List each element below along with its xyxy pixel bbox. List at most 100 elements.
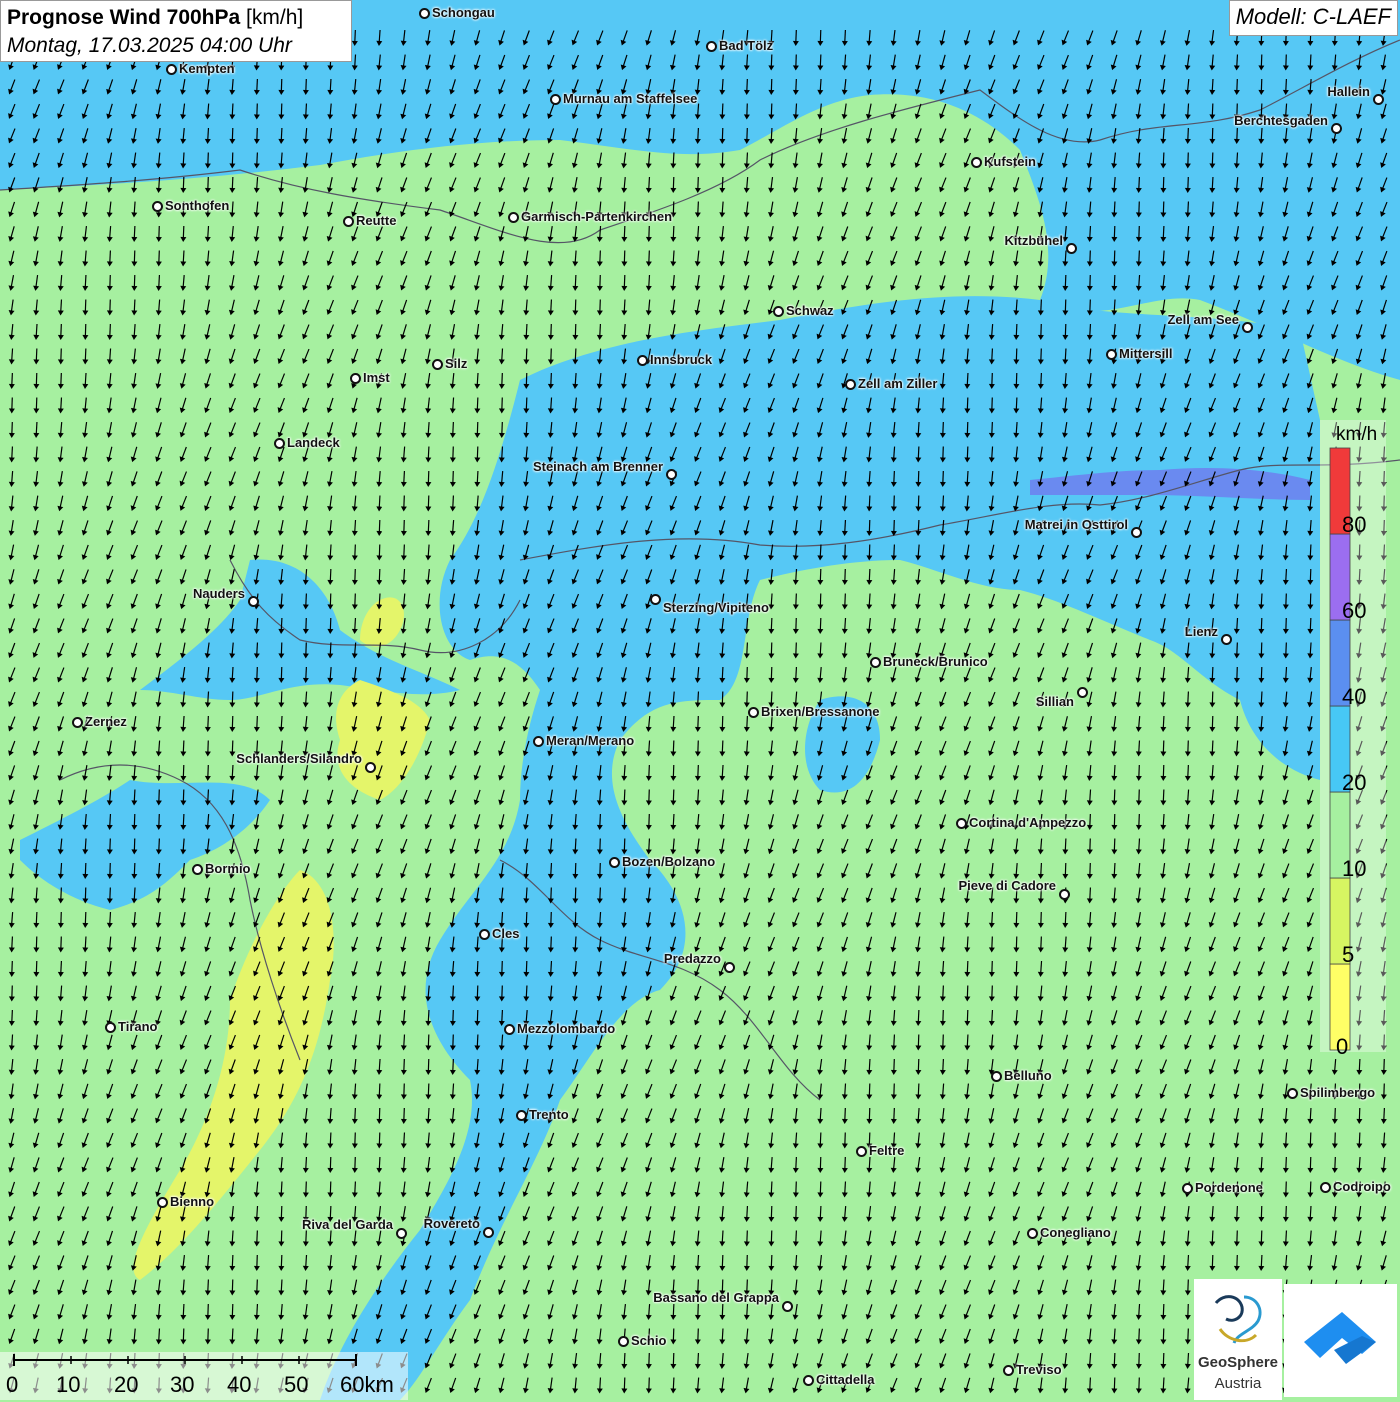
wind-arrow	[767, 765, 775, 782]
wind-arrow	[178, 397, 188, 414]
city-marker	[350, 373, 361, 384]
wind-arrow	[376, 54, 384, 71]
wind-arrow	[719, 177, 726, 193]
wind-arrow	[58, 324, 65, 340]
wind-arrow	[766, 274, 777, 291]
wind-arrow	[841, 54, 848, 70]
wind-arrow	[1280, 348, 1292, 365]
wind-arrow	[1134, 54, 1144, 71]
wind-arrow	[81, 765, 90, 782]
wind-arrow	[1013, 275, 1021, 292]
wind-arrow	[496, 666, 508, 683]
wind-arrow	[839, 323, 850, 340]
wind-arrow	[374, 176, 385, 193]
wind-arrow	[1208, 30, 1216, 47]
wind-arrow	[351, 1255, 359, 1272]
wind-arrow	[1330, 397, 1340, 414]
wind-arrow	[546, 495, 556, 512]
wind-arrow	[621, 177, 628, 193]
wind-arrow	[644, 1230, 653, 1247]
wind-arrow	[7, 814, 17, 831]
wind-arrow	[277, 520, 286, 537]
wind-arrow	[719, 152, 726, 168]
scale-label: 60km	[340, 1372, 394, 1398]
wind-arrow	[597, 838, 604, 854]
wind-arrow	[766, 323, 777, 340]
wind-arrow	[962, 764, 973, 781]
wind-arrow	[987, 250, 996, 267]
wind-arrow	[717, 1058, 728, 1075]
wind-arrow	[278, 667, 285, 683]
wind-arrow	[1133, 1132, 1144, 1149]
wind-arrow	[694, 1255, 701, 1271]
wind-arrow	[1209, 740, 1216, 756]
wind-arrow	[376, 1157, 383, 1173]
wind-arrow	[227, 1083, 238, 1100]
wind-arrow	[252, 544, 261, 561]
wind-arrow	[1305, 397, 1315, 414]
wind-arrow	[8, 299, 16, 316]
wind-arrow	[104, 568, 116, 585]
wind-arrow	[474, 936, 481, 952]
wind-arrow	[548, 324, 555, 340]
wind-arrow	[1282, 1255, 1289, 1271]
wind-arrow	[1038, 936, 1045, 952]
wind-arrow	[915, 397, 923, 414]
wind-arrow	[496, 691, 508, 708]
wind-arrow	[718, 299, 728, 316]
wind-arrow	[864, 813, 876, 830]
wind-arrow	[864, 789, 875, 806]
wind-arrow	[888, 1303, 899, 1320]
wind-arrow	[987, 568, 997, 585]
legend-label: 10	[1342, 856, 1366, 882]
wind-arrow	[521, 691, 532, 708]
wind-arrow	[692, 1009, 704, 1026]
wind-arrow	[644, 985, 654, 1002]
wind-arrow	[619, 544, 631, 561]
wind-arrow	[742, 299, 752, 316]
wind-arrow	[596, 912, 603, 928]
wind-arrow	[596, 789, 603, 805]
wind-arrow	[6, 642, 17, 659]
city-label: Zell am See	[1167, 312, 1239, 327]
wind-arrow	[1159, 1206, 1168, 1223]
wind-arrow	[888, 789, 900, 806]
wind-arrow	[1111, 789, 1118, 805]
wind-arrow	[693, 30, 702, 47]
wind-arrow	[80, 1181, 92, 1198]
wind-arrow	[669, 30, 679, 47]
wind-arrow	[155, 887, 163, 904]
wind-arrow	[1109, 29, 1120, 46]
wind-arrow	[1159, 593, 1169, 610]
wind-arrow	[1331, 1206, 1339, 1223]
wind-arrow	[1109, 1083, 1121, 1100]
wind-arrow	[1185, 740, 1192, 756]
wind-arrow	[1136, 838, 1143, 854]
wind-arrow	[472, 1352, 483, 1369]
wind-arrow	[719, 226, 727, 243]
wind-arrow	[8, 348, 15, 364]
wind-arrow	[986, 1205, 997, 1222]
wind-arrow	[718, 814, 726, 831]
wind-arrow	[303, 1230, 310, 1246]
wind-arrow	[889, 79, 898, 96]
wind-arrow	[155, 152, 163, 169]
wind-arrow	[204, 103, 211, 119]
wind-arrow	[645, 299, 652, 315]
wind-arrow	[6, 715, 17, 732]
wind-arrow	[1305, 299, 1317, 316]
wind-arrow	[619, 54, 630, 71]
wind-arrow	[742, 1083, 752, 1100]
wind-arrow	[766, 348, 778, 365]
wind-arrow	[815, 985, 825, 1002]
wind-arrow	[596, 1353, 603, 1369]
wind-arrow	[129, 1107, 141, 1124]
wind-arrow	[56, 715, 67, 732]
wind-arrow	[1307, 54, 1314, 70]
wind-arrow	[1061, 177, 1070, 194]
wind-arrow	[694, 667, 701, 683]
wind-arrow	[449, 1108, 457, 1125]
wind-arrow	[1158, 1107, 1169, 1124]
wind-arrow	[620, 421, 630, 438]
wind-arrow	[1379, 323, 1389, 340]
